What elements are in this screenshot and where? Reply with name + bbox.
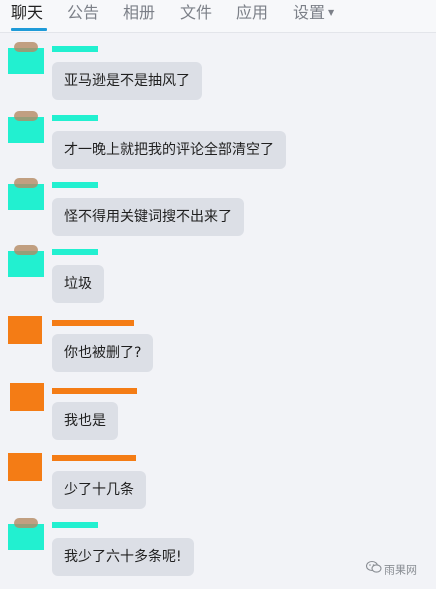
tab-album[interactable]: 相册 [123, 2, 155, 24]
avatar-edge [14, 42, 38, 52]
message-bubble: 少了十几条 [52, 471, 146, 509]
avatar-edge [14, 111, 38, 121]
wechat-icon [365, 560, 382, 581]
tab-announcements[interactable]: 公告 [67, 2, 99, 24]
tab-settings-label: 设置 [293, 3, 326, 22]
avatar[interactable] [10, 383, 44, 411]
avatar-edge [14, 178, 38, 188]
message-bubble: 你也被删了? [52, 334, 154, 372]
chat-message: 怪不得用关键词搜不出来了 [0, 176, 436, 242]
message-text: 我少了六十多条呢! [64, 549, 182, 565]
avatar[interactable] [8, 316, 42, 344]
tab-chat[interactable]: 聊天 [11, 2, 43, 24]
avatar[interactable] [8, 453, 42, 481]
message-text: 才一晚上就把我的评论全部清空了 [64, 142, 274, 158]
message-bubble: 才一晚上就把我的评论全部清空了 [52, 131, 286, 169]
sender-name-mask [52, 249, 98, 255]
chat-message: 才一晚上就把我的评论全部清空了 [0, 109, 436, 175]
sender-name-mask [52, 522, 98, 528]
chevron-down-icon: ▼ [328, 8, 335, 17]
message-text: 亚马逊是不是抽风了 [64, 73, 190, 89]
watermark-text: 雨果网 [384, 563, 417, 577]
sender-name-mask [52, 388, 137, 394]
active-tab-indicator [11, 28, 47, 31]
sender-name-mask [52, 455, 136, 461]
sender-name-mask [52, 46, 98, 52]
chat-message: 你也被删了? [0, 312, 436, 378]
message-text: 少了十几条 [64, 482, 134, 498]
sender-name-mask [52, 115, 98, 121]
avatar-edge [14, 245, 38, 255]
avatar-edge [14, 518, 38, 528]
sender-name-mask [52, 182, 98, 188]
chat-message: 亚马逊是不是抽风了 [0, 40, 436, 106]
tab-settings[interactable]: 设置 ▼ [293, 2, 334, 24]
sender-name-mask [52, 320, 134, 326]
tab-apps[interactable]: 应用 [236, 2, 268, 24]
message-bubble: 亚马逊是不是抽风了 [52, 62, 202, 100]
message-bubble: 垃圾 [52, 265, 104, 303]
message-bubble: 怪不得用关键词搜不出来了 [52, 198, 244, 236]
tab-files[interactable]: 文件 [180, 2, 212, 24]
message-text: 你也被删了? [64, 345, 142, 361]
message-text: 怪不得用关键词搜不出来了 [64, 209, 232, 225]
message-bubble: 我少了六十多条呢! [52, 538, 194, 576]
message-text: 我也是 [64, 413, 106, 429]
chat-message: 垃圾 [0, 243, 436, 309]
chat-message: 我也是 [0, 380, 436, 446]
chat-message: 少了十几条 [0, 449, 436, 515]
group-tab-bar: 聊天 公告 相册 文件 应用 设置 ▼ [0, 0, 436, 33]
watermark: 雨果网 [365, 560, 417, 581]
message-text: 垃圾 [64, 276, 92, 292]
message-bubble: 我也是 [52, 402, 118, 440]
